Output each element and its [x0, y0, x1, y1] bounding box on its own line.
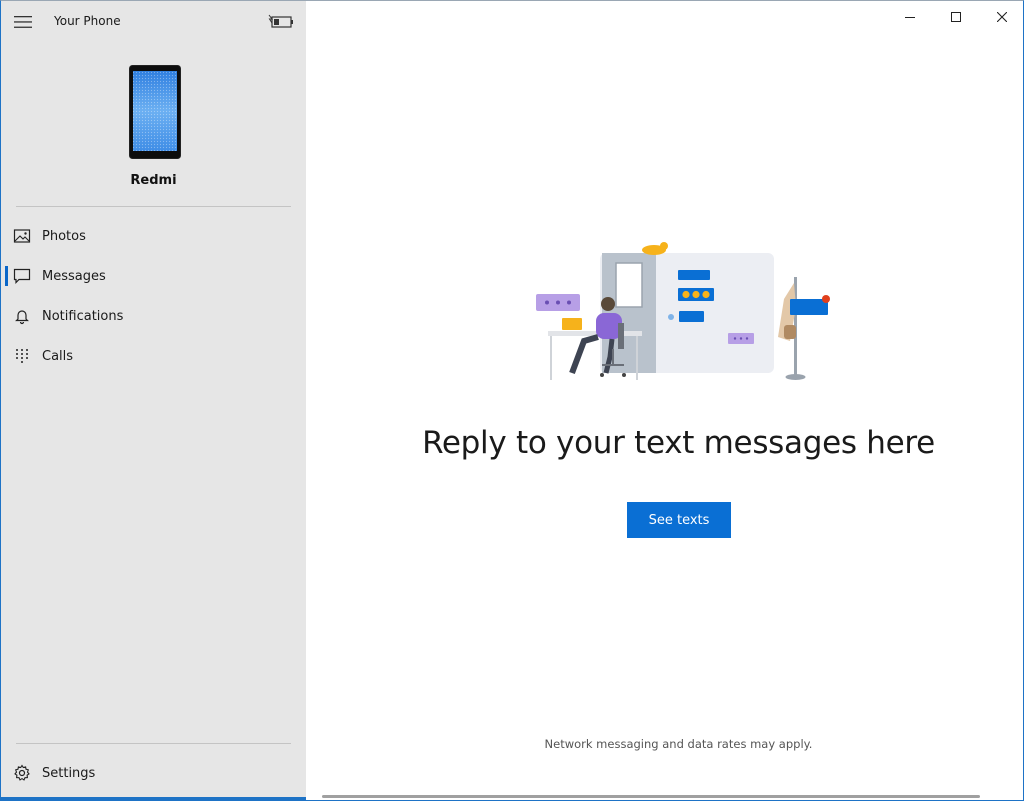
gear-icon — [13, 764, 31, 782]
app-title: Your Phone — [54, 14, 121, 28]
minimize-icon[interactable] — [887, 1, 933, 33]
maximize-icon[interactable] — [933, 1, 979, 33]
close-icon[interactable] — [979, 1, 1023, 33]
sidebar-accent-bar — [1, 797, 306, 800]
sidebar-item-label: Calls — [42, 348, 74, 364]
sidebar: Your Phone Redmi Photos Messages Notific… — [1, 1, 306, 800]
horizontal-scrollbar[interactable] — [322, 795, 980, 798]
photos-icon — [13, 227, 31, 245]
sidebar-nav: Photos Messages Notifications Calls — [1, 216, 306, 376]
dialpad-icon — [13, 347, 31, 365]
sidebar-item-label: Messages — [42, 268, 106, 284]
settings-label: Settings — [42, 765, 96, 781]
message-icon — [13, 267, 31, 285]
battery-charging-icon[interactable] — [267, 13, 295, 31]
sidebar-item-label: Photos — [42, 228, 86, 244]
see-texts-button[interactable]: See texts — [627, 502, 731, 538]
sidebar-item-label: Notifications — [42, 308, 124, 324]
sidebar-item-photos[interactable]: Photos — [1, 216, 306, 256]
hamburger-menu-icon[interactable] — [7, 7, 39, 37]
your-phone-window: Your Phone Redmi Photos Messages Notific… — [0, 0, 1024, 801]
messages-illustration — [532, 237, 836, 387]
page-headline: Reply to your text messages here — [422, 425, 935, 461]
sidebar-divider — [16, 206, 291, 207]
smartphone-image — [129, 65, 181, 159]
messages-pane: Reply to your text messages here See tex… — [306, 1, 1023, 800]
bell-icon — [13, 307, 31, 325]
sidebar-divider — [16, 743, 291, 744]
sidebar-item-calls[interactable]: Calls — [1, 336, 306, 376]
sidebar-item-notifications[interactable]: Notifications — [1, 296, 306, 336]
device-name: Redmi — [130, 173, 177, 188]
rates-disclaimer: Network messaging and data rates may app… — [544, 737, 813, 751]
sidebar-item-messages[interactable]: Messages — [1, 256, 306, 296]
sidebar-item-settings[interactable]: Settings — [1, 753, 306, 793]
